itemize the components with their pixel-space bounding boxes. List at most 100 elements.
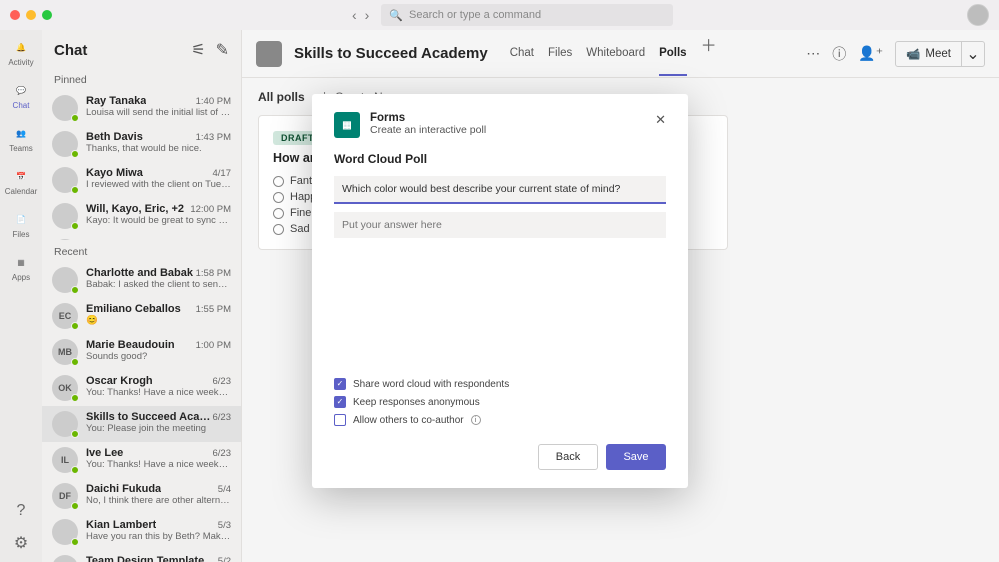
presence-dot: [71, 466, 79, 474]
add-tab-icon[interactable]: ＋: [701, 32, 717, 76]
avatar: MB: [52, 339, 78, 365]
chat-time: 5/2: [218, 556, 231, 562]
chat-item[interactable]: OK Oscar Krogh 6/23 You: Thanks! Have a …: [42, 370, 241, 406]
chat-preview: You: Thanks! Have a nice weekend: [86, 459, 231, 470]
filter-icon[interactable]: ⚟: [191, 40, 205, 60]
avatar: [52, 555, 78, 562]
traffic-lights: [10, 10, 52, 20]
main-header: Skills to Succeed Academy Chat Files Whi…: [242, 30, 999, 78]
chat-item[interactable]: EC Emiliano Ceballos 1:55 PM 😊: [42, 298, 241, 334]
chat-name: Team Design Template: [86, 555, 204, 562]
avatar: [52, 167, 78, 193]
presence-dot: [71, 286, 79, 294]
back-icon[interactable]: ‹: [352, 7, 357, 23]
chat-name: Ray Tanaka: [86, 95, 146, 107]
chat-item[interactable]: Ray Tanaka 1:40 PM Louisa will send the …: [42, 90, 241, 126]
maximize-window-dot[interactable]: [42, 10, 52, 20]
presence-dot: [71, 150, 79, 158]
close-window-dot[interactable]: [10, 10, 20, 20]
rail-apps[interactable]: ▦ Apps: [12, 253, 30, 282]
chat-item[interactable]: DF Daichi Fukuda 5/4 No, I think there a…: [42, 478, 241, 514]
chat-icon: 💬: [12, 81, 30, 99]
radio-icon: [273, 208, 284, 219]
settings-gear-icon[interactable]: ⚙: [12, 534, 30, 552]
chat-preview: Have you ran this by Beth? Make sure she…: [86, 531, 231, 542]
modal-app-name: Forms: [370, 112, 486, 124]
chat-item[interactable]: Charlotte and Babak 1:58 PM Babak: I ask…: [42, 262, 241, 298]
history-nav: ‹ ›: [352, 7, 369, 23]
chat-time: 5/3: [218, 520, 231, 531]
search-bar[interactable]: 🔍 Search or type a command: [381, 4, 673, 26]
question-input[interactable]: [334, 176, 666, 204]
channel-title: Skills to Succeed Academy: [294, 45, 488, 62]
meet-dropdown[interactable]: ⌄: [962, 42, 984, 66]
chat-time: 4/17: [213, 168, 232, 179]
tab-files[interactable]: Files: [548, 32, 572, 76]
profile-avatar[interactable]: [967, 4, 989, 26]
more-icon[interactable]: ⋯: [806, 45, 820, 62]
presence-dot: [71, 430, 79, 438]
search-icon: 🔍: [389, 9, 403, 22]
presence-dot: [71, 358, 79, 366]
rail-calendar[interactable]: 📅 Calendar: [5, 167, 37, 196]
help-icon[interactable]: ?: [12, 502, 30, 520]
chat-time: 12:00 PM: [190, 204, 231, 215]
chat-item[interactable]: IL Ive Lee 6/23 You: Thanks! Have a nice…: [42, 442, 241, 478]
avatar: [52, 95, 78, 121]
meet-button[interactable]: 📹 Meet: [896, 42, 962, 66]
checkbox-anonymous[interactable]: [334, 396, 346, 408]
back-button[interactable]: Back: [538, 444, 598, 470]
rail-files[interactable]: 📄 Files: [12, 210, 30, 239]
presence-dot: [71, 322, 79, 330]
chat-item[interactable]: MB Marie Beaudouin 1:00 PM Sounds good?: [42, 334, 241, 370]
chat-item[interactable]: Beth Davis 1:43 PM Thanks, that would be…: [42, 126, 241, 162]
files-icon: 📄: [12, 210, 30, 228]
chat-item[interactable]: Team Design Template 5/2 Reta: Let's set…: [42, 550, 241, 562]
chat-preview: 😊: [86, 315, 231, 326]
app-rail: 🔔 Activity 💬 Chat 👥 Teams 📅 Calendar 📄 F…: [0, 30, 42, 562]
chat-time: 1:58 PM: [196, 268, 231, 279]
info-icon[interactable]: ⓘ: [832, 44, 846, 64]
tab-polls[interactable]: Polls: [659, 32, 686, 76]
chat-item[interactable]: Skills to Succeed Academy 6/23 You: Plea…: [42, 406, 241, 442]
checkbox-share[interactable]: [334, 378, 346, 390]
close-icon[interactable]: ✕: [655, 112, 666, 128]
avatar: [52, 519, 78, 545]
forms-modal: ▦ Forms Create an interactive poll ✕ Wor…: [312, 94, 688, 488]
minimize-window-dot[interactable]: [26, 10, 36, 20]
forward-icon[interactable]: ›: [365, 7, 370, 23]
radio-icon: [273, 192, 284, 203]
checkbox-coauthor-label: Allow others to co-author: [353, 415, 464, 426]
rail-activity[interactable]: 🔔 Activity: [8, 38, 33, 67]
chat-name: Oscar Krogh: [86, 375, 153, 387]
save-button[interactable]: Save: [606, 444, 666, 470]
chat-preview: You: Thanks! Have a nice weekend: [86, 387, 231, 398]
apps-icon: ▦: [12, 253, 30, 271]
chat-name: Ive Lee: [86, 447, 123, 459]
compose-icon[interactable]: ✎: [216, 40, 229, 60]
people-add-icon[interactable]: 👤⁺: [858, 45, 883, 62]
chat-preview: No, I think there are other alternatives…: [86, 495, 231, 506]
answer-input[interactable]: [334, 212, 666, 238]
tab-chat[interactable]: Chat: [510, 32, 534, 76]
chat-item[interactable]: Will, Kayo, Eric, +2 12:00 PM Kayo: It w…: [42, 198, 241, 234]
recent-section-label: Recent: [42, 240, 241, 262]
avatar: [52, 131, 78, 157]
all-polls-label[interactable]: All polls: [258, 90, 305, 104]
rail-teams[interactable]: 👥 Teams: [9, 124, 33, 153]
tab-whiteboard[interactable]: Whiteboard: [586, 32, 645, 76]
presence-dot: [71, 114, 79, 122]
recent-list: Charlotte and Babak 1:58 PM Babak: I ask…: [42, 262, 241, 562]
rail-chat[interactable]: 💬 Chat: [12, 81, 30, 110]
coauthor-info-icon[interactable]: i: [471, 415, 481, 425]
chat-item[interactable]: Kayo Miwa 4/17 I reviewed with the clien…: [42, 162, 241, 198]
channel-avatar[interactable]: [256, 41, 282, 67]
chat-item[interactable]: Kian Lambert 5/3 Have you ran this by Be…: [42, 514, 241, 550]
chat-preview: Babak: I asked the client to send her fe…: [86, 279, 231, 290]
modal-subtitle: Create an interactive poll: [370, 124, 486, 136]
checkbox-coauthor[interactable]: [334, 414, 346, 426]
radio-icon: [273, 176, 284, 187]
chat-name: Beth Davis: [86, 131, 143, 143]
chat-name: Daichi Fukuda: [86, 483, 161, 495]
chat-name: Charlotte and Babak: [86, 267, 193, 279]
